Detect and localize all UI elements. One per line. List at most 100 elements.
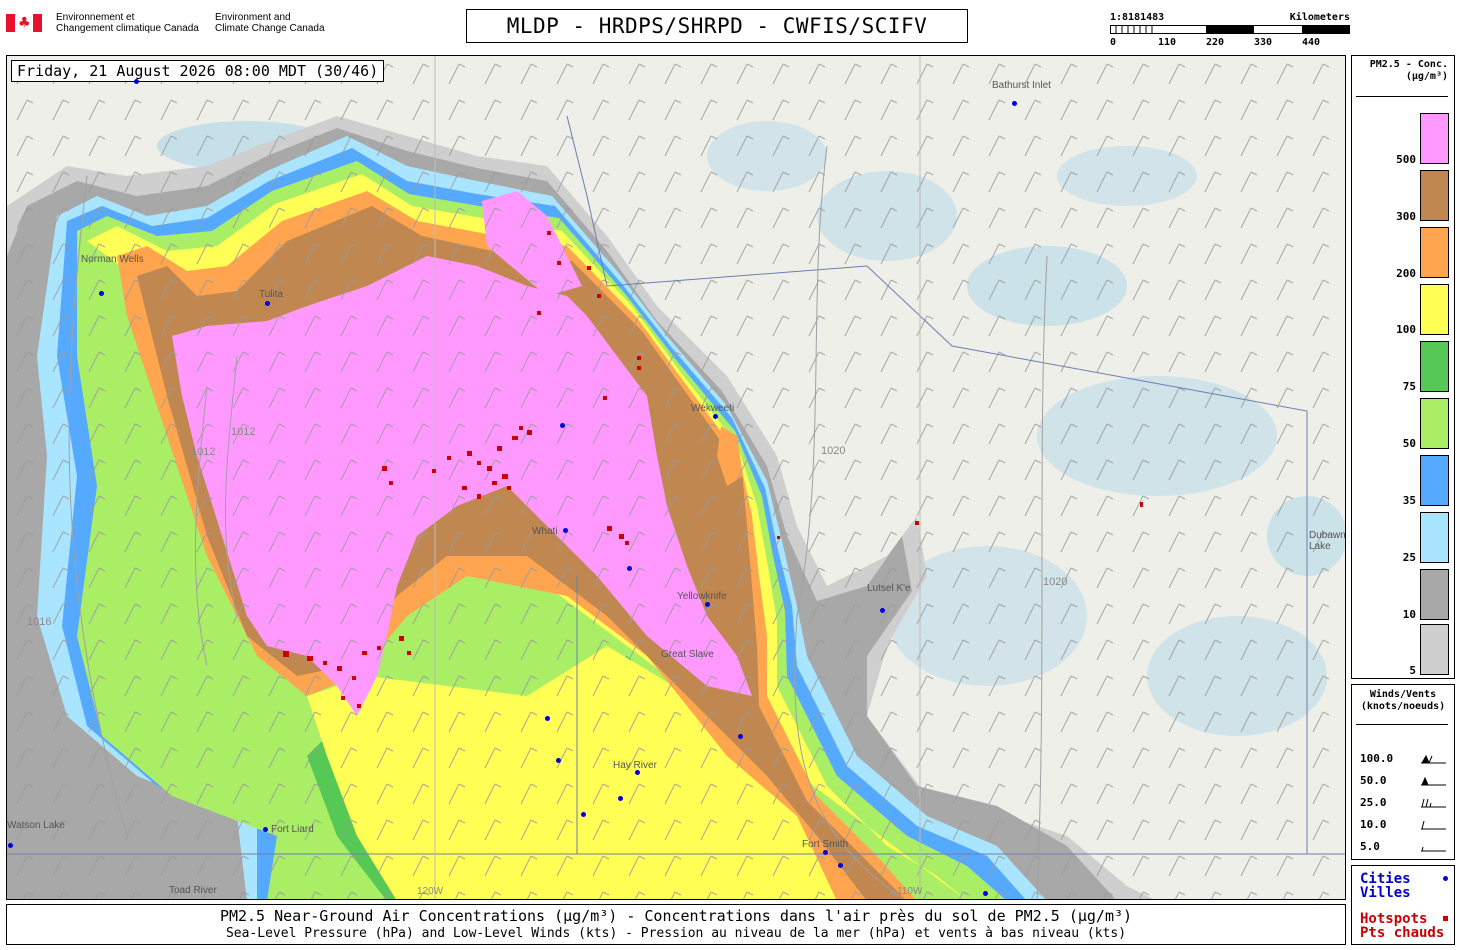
wind-row: 5.0 [1360, 840, 1450, 853]
legend-label: 500 [1396, 153, 1416, 166]
legend-label: 50 [1402, 437, 1416, 450]
city-label: Toad River [169, 885, 217, 896]
hotspot-marker-icon [1443, 916, 1448, 921]
scale-tick: 440 [1302, 37, 1321, 48]
city-dot [581, 812, 586, 817]
city-label: Wekweeti [691, 403, 735, 414]
wind-barbs [7, 56, 1345, 899]
city-label: Dubawnt Lake [1309, 530, 1346, 552]
city-dot [560, 423, 565, 428]
city-marker-icon [1443, 876, 1448, 881]
wind-legend: Winds/Vents (knots/noeuds) 100.0 50.0 25… [1351, 684, 1455, 860]
wind-row: 50.0 [1360, 774, 1450, 787]
wind-row: 10.0 [1360, 818, 1450, 831]
city-dot [1012, 101, 1017, 106]
scale-tick: 330 [1254, 37, 1273, 48]
legend-label: 25 [1402, 551, 1416, 564]
model-title: MLDP - HRDPS/SHRPD - CWFIS/SCIFV [466, 9, 968, 43]
scale-tick: 220 [1206, 37, 1225, 48]
map-caption: PM2.5 Near-Ground Air Concentrations (µg… [6, 904, 1346, 945]
city-dot [556, 758, 561, 763]
caption-line-1: PM2.5 Near-Ground Air Concentrations (µg… [219, 907, 1133, 925]
meridian-label: 120W [417, 886, 444, 897]
city-dot [618, 796, 623, 801]
legend-swatch [1420, 624, 1449, 675]
wind-speed-label: 100.0 [1360, 752, 1394, 765]
legend-swatch [1420, 341, 1449, 392]
scale-ratio: 1:8181483 [1110, 12, 1165, 23]
scale-bar-graphic [1110, 25, 1350, 34]
legend-swatch [1420, 227, 1449, 278]
city-label: Lutsel K'e [867, 583, 911, 594]
legend-label: 200 [1396, 267, 1416, 280]
caption-line-2: Sea-Level Pressure (hPa) and Low-Level W… [225, 926, 1127, 941]
wind-speed-label: 25.0 [1360, 796, 1387, 809]
meridian-label: 110W [897, 886, 923, 897]
city-dot [545, 716, 550, 721]
legend-label: 10 [1402, 608, 1416, 621]
wind-barb-single-icon [1421, 820, 1446, 830]
city-label: Fort Liard [271, 824, 314, 835]
city-dot [134, 79, 139, 84]
city-label: Whati [532, 526, 558, 537]
legend-swatch [1420, 284, 1449, 335]
dept-name-fr: Environnement et Changement climatique C… [56, 12, 199, 34]
wind-speed-label: 5.0 [1360, 840, 1380, 853]
city-dot [880, 608, 885, 613]
map-key: Cities Villes Hotspots Pts chauds [1351, 865, 1455, 945]
city-label: Great Slave [661, 649, 714, 660]
wind-barb-flag-icon [1421, 776, 1446, 786]
city-label: Yellowknife [677, 591, 727, 602]
legend-label: 5 [1409, 664, 1416, 677]
city-dot [99, 291, 104, 296]
map-canvas [7, 56, 1345, 899]
city-dot [838, 863, 843, 868]
scale-tick: 110 [1158, 37, 1177, 48]
wind-speed-label: 10.0 [1360, 818, 1387, 831]
isobar-label: 1020 [1043, 576, 1068, 588]
pm25-legend: PM2.5 - Conc. (µg/m³) 500 300 200 100 75… [1351, 55, 1455, 679]
cities-key-label: Cities Villes [1360, 871, 1411, 901]
isobar-label: 1016 [27, 616, 52, 628]
hotspots-key-label: Hotspots Pts chauds [1360, 911, 1445, 941]
wind-barb-half-icon [1421, 846, 1446, 852]
scale-bar: 1:8181483 Kilometers 0 110 220 330 440 [1110, 12, 1352, 50]
legend-swatch [1420, 569, 1449, 620]
legend-swatch [1420, 170, 1449, 221]
city-label: Bathurst Inlet [992, 80, 1051, 91]
legend-swatch [1420, 512, 1449, 563]
legend-title: PM2.5 - Conc. (µg/m³) [1369, 59, 1448, 82]
city-dot [705, 602, 710, 607]
city-dot [713, 414, 718, 419]
isobar-label: 1012 [191, 446, 216, 458]
wind-legend-title: Winds/Vents (knots/noeuds) [1360, 689, 1446, 712]
city-dot [8, 843, 13, 848]
city-label: Fort Smith [802, 839, 849, 850]
eccc-logo: ♣ Environnement et Changement climatique… [6, 12, 336, 40]
wind-speed-label: 50.0 [1360, 774, 1387, 787]
legend-label: 75 [1402, 380, 1416, 393]
legend-swatch [1420, 113, 1449, 164]
city-label: Tulita [259, 289, 284, 300]
city-label: Norman Wells [81, 254, 144, 265]
city-dot [627, 566, 632, 571]
legend-swatch [1420, 455, 1449, 506]
forecast-datetime: Friday, 21 August 2026 08:00 MDT (30/46) [11, 60, 385, 82]
dispersion-map[interactable]: Friday, 21 August 2026 08:00 MDT (30/46)… [6, 55, 1346, 900]
isobar-label: 1020 [821, 445, 846, 457]
scale-unit: Kilometers [1289, 12, 1350, 23]
city-dot [563, 528, 568, 533]
city-dot [823, 850, 828, 855]
city-dot [635, 770, 640, 775]
canada-flag-icon: ♣ [6, 14, 42, 32]
legend-label: 35 [1402, 494, 1416, 507]
wind-barb-pennant-icon [1421, 754, 1446, 764]
wind-row: 100.0 [1360, 752, 1450, 765]
wind-barb-double-icon [1421, 798, 1446, 808]
dept-name-en: Environment and Climate Change Canada [215, 12, 325, 34]
city-label: Hay River [613, 760, 657, 771]
city-dot [738, 734, 743, 739]
city-dot [263, 827, 268, 832]
legend-label: 300 [1396, 210, 1416, 223]
city-label: Watson Lake [7, 820, 65, 831]
